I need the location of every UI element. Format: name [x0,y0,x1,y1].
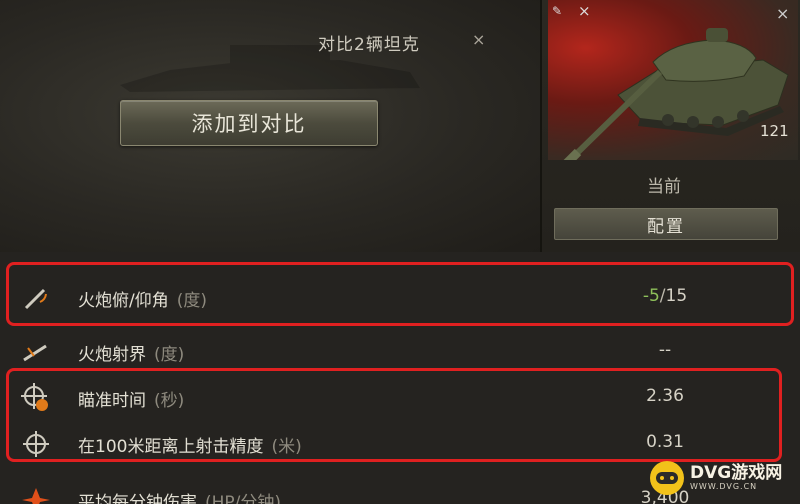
compare-title: 对比2辆坦克 [318,35,420,55]
add-to-compare-button[interactable]: 添加到对比 [120,100,378,146]
tank-tier-number: 121 [760,122,789,140]
configure-button[interactable]: 配置 [554,208,778,240]
stat-label: 平均每分钟伤害 (HP/分钟) [78,493,282,504]
close-icon[interactable]: × [472,30,485,49]
gun-traverse-icon [23,344,47,362]
highlight-box-aim-accuracy [6,368,782,462]
remove-tank-icon[interactable]: × [578,2,591,20]
tank-card[interactable]: ✎ × × 121 [548,0,798,160]
stat-value: -- [658,340,672,360]
current-status-label: 当前 [647,177,681,197]
watermark: DVG游戏网 WWW.DVG.CN [650,458,796,498]
stat-label: 火炮射界 (度) [78,345,185,365]
watermark-brand: DVG游戏网 [690,463,783,483]
watermark-logo-icon [650,461,684,495]
close-card-icon[interactable]: × [776,4,789,23]
watermark-url: WWW.DVG.CN [690,482,758,491]
pin-icon[interactable]: ✎ [552,4,562,18]
compare-header-panel: 对比2辆坦克 × 添加到对比 [0,0,540,252]
damage-per-minute-icon [22,488,50,504]
highlight-box-elevation [6,262,794,326]
